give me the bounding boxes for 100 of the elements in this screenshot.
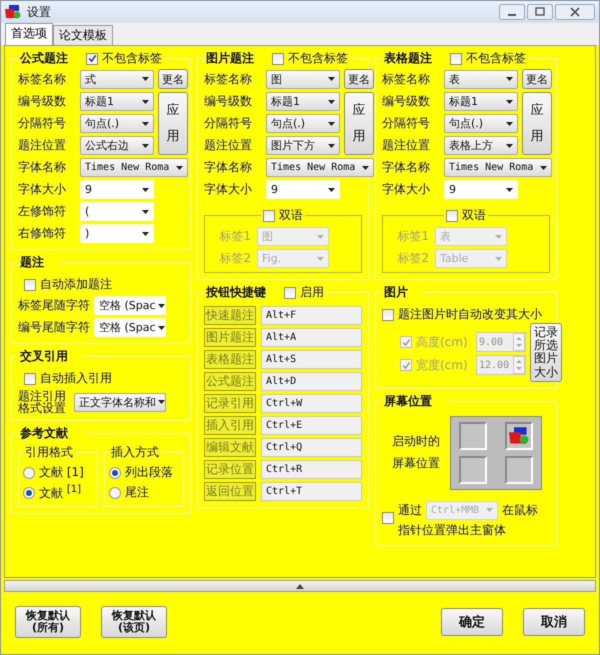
dropdown[interactable]: Times New Roma [266, 158, 374, 177]
dropdown[interactable]: 图 [266, 70, 340, 88]
shortcut-field[interactable]: Ctrl+E [261, 416, 362, 435]
caret-icon [142, 100, 149, 104]
group-title: 按钮快捷键 [206, 284, 266, 301]
shortcut-button[interactable]: 图片题注 [204, 328, 256, 347]
field-label: 字体名称 [204, 159, 253, 176]
field-label: 标签1 [218, 228, 251, 245]
dropdown[interactable]: 表格上方 [444, 136, 518, 155]
checkbox[interactable] [450, 52, 462, 64]
group-title: 题注 [20, 254, 44, 271]
checkbox[interactable] [272, 52, 284, 64]
radio-button[interactable] [23, 466, 35, 478]
tab[interactable]: 论文模板 [53, 25, 113, 45]
rename-button[interactable]: 更名 [158, 69, 188, 89]
dropdown[interactable]: 空格 (Spac [94, 296, 166, 315]
radio-button[interactable] [109, 466, 121, 478]
shortcut-field[interactable]: Ctrl+Q [261, 438, 362, 457]
app-icon [509, 426, 529, 445]
shortcut-button[interactable]: 记录位置 [204, 460, 256, 479]
shortcut-button[interactable]: 表格题注 [204, 350, 256, 369]
checkbox-label: 题注图片时自动改变其大小 [398, 306, 542, 323]
dropdown[interactable]: 空格 (Spac [94, 318, 166, 337]
position-cell[interactable] [459, 456, 487, 484]
dropdown[interactable]: ) [80, 224, 154, 243]
dropdown[interactable]: 句点(.) [266, 114, 340, 133]
checkbox[interactable] [86, 52, 98, 64]
rename-button[interactable]: 更名 [344, 69, 374, 89]
position-cell[interactable] [505, 422, 533, 450]
shortcut-button[interactable]: 编辑文献 [204, 438, 256, 457]
dropdown[interactable]: 标题1 [80, 92, 154, 111]
shortcut-field[interactable]: Alt+A [261, 328, 362, 347]
dropdown[interactable]: 9 [80, 180, 154, 199]
radio-button[interactable] [23, 487, 35, 499]
dropdown[interactable]: 式 [80, 70, 154, 88]
position-cell[interactable] [505, 456, 533, 484]
dropdown[interactable]: 9 [444, 180, 518, 199]
caret-icon [142, 144, 149, 148]
caret-icon [506, 122, 513, 126]
dropdown[interactable]: 表 [444, 70, 518, 88]
checkbox-label: 不包含标签 [102, 50, 162, 67]
close-icon[interactable] [555, 4, 595, 20]
caret-icon [142, 122, 149, 126]
shortcut-button[interactable]: 记录引用 [204, 394, 256, 413]
dropdown[interactable]: Times New Roma [444, 158, 552, 177]
checkbox[interactable] [24, 278, 36, 290]
reset-button[interactable]: 恢复默认 (该页) [101, 606, 167, 638]
checkbox[interactable] [446, 210, 458, 222]
apply-button[interactable]: 应用 [344, 92, 374, 155]
dropdown[interactable]: 标题1 [444, 92, 518, 111]
field-label: 启动时的 [392, 433, 440, 450]
shortcut-field[interactable]: Alt+F [261, 306, 362, 325]
field-label: 格式设置 [18, 402, 66, 414]
rename-button[interactable]: 更名 [522, 69, 552, 89]
shortcut-button[interactable]: 公式题注 [204, 372, 256, 391]
shortcut-field[interactable]: Ctrl+W [261, 394, 362, 413]
dropdown[interactable]: ( [80, 202, 154, 221]
shortcut-field[interactable]: Alt+D [261, 372, 362, 391]
checkbox[interactable] [382, 308, 394, 320]
minimize-icon[interactable] [499, 4, 525, 20]
dropdown[interactable]: 图片下方 [266, 136, 340, 155]
dropdown[interactable]: Times New Roma [80, 158, 188, 177]
dropdown[interactable]: 标题1 [266, 92, 340, 111]
shortcut-field[interactable]: Ctrl+T [261, 482, 362, 501]
dropdown[interactable]: 公式右边 [80, 136, 154, 155]
checkbox[interactable] [284, 286, 296, 298]
splitter-bar[interactable] [4, 580, 596, 592]
shortcut-field[interactable]: Ctrl+R [261, 460, 362, 479]
record-size-button[interactable]: 记录所选图片大小 [530, 323, 562, 382]
dropdown[interactable]: 正文字体名称和 [74, 392, 166, 412]
field-label: 字体名称 [382, 159, 431, 176]
shortcut-button[interactable]: 插入引用 [204, 416, 256, 435]
radio-button[interactable] [109, 486, 121, 498]
dialog-button[interactable]: 取消 [523, 608, 585, 636]
shortcut-button[interactable]: 快速题注 [204, 306, 256, 325]
field-label: 题注位置 [204, 137, 253, 154]
checkbox[interactable] [400, 359, 412, 372]
tab[interactable]: 首选项 [5, 23, 53, 45]
caret-icon [362, 166, 369, 170]
caret-icon [506, 77, 513, 81]
shortcut-field[interactable]: Alt+S [261, 350, 362, 369]
shortcut-button[interactable]: 返回位置 [204, 482, 256, 501]
group-title: 交叉引用 [20, 348, 68, 365]
position-cell[interactable] [459, 422, 487, 450]
dialog-button[interactable]: 确定 [441, 608, 503, 636]
dropdown[interactable]: 句点(.) [444, 114, 518, 133]
maximize-icon[interactable] [527, 4, 553, 20]
caret-icon [158, 304, 165, 308]
dropdown[interactable]: 9 [266, 180, 340, 199]
checkbox[interactable] [263, 210, 275, 222]
apply-button[interactable]: 应用 [522, 92, 552, 155]
group-title: 插入方式 [111, 444, 159, 461]
dropdown[interactable]: 句点(.) [80, 114, 154, 133]
checkbox[interactable] [24, 372, 36, 384]
apply-button[interactable]: 应用 [158, 92, 188, 155]
group-title: 图片题注 [206, 50, 254, 67]
reset-button[interactable]: 恢复默认 (所有) [15, 606, 81, 638]
checkbox[interactable] [382, 512, 394, 524]
checkbox[interactable] [400, 336, 412, 348]
caret-icon [317, 234, 324, 238]
